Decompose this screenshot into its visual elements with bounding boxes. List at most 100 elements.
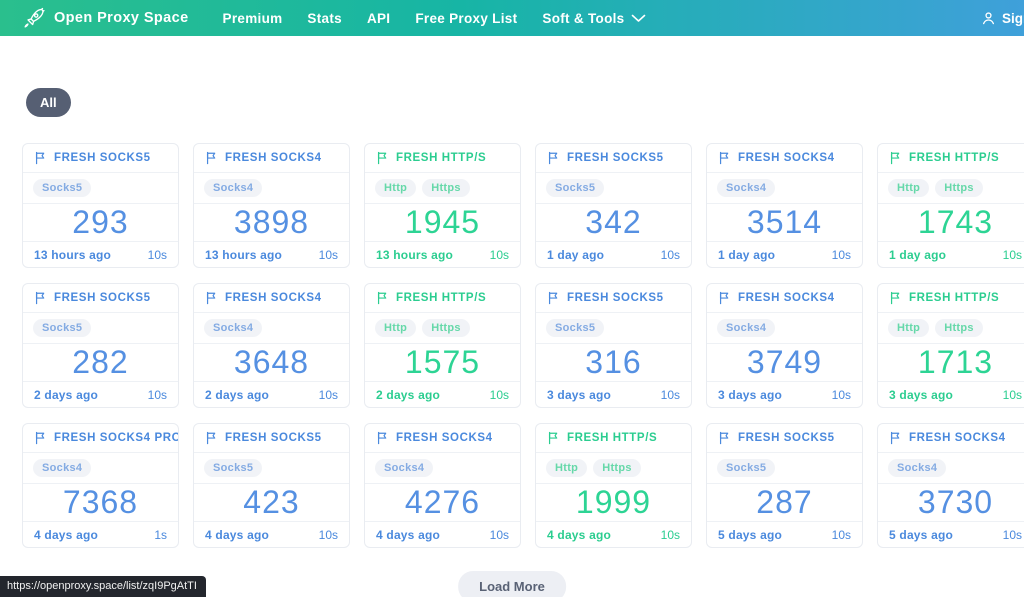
proxy-list-card[interactable]: FRESH SOCKS4 Socks4 3749 3 days ago 10s — [706, 283, 863, 408]
proxy-list-card[interactable]: FRESH HTTP/S HttpHttps 1575 2 days ago 1… — [364, 283, 521, 408]
nav-item-api[interactable]: API — [367, 11, 390, 26]
protocol-tag: Socks5 — [33, 319, 91, 337]
protocol-tag: Http — [375, 179, 416, 197]
protocol-tag: Https — [422, 319, 470, 337]
proxy-list-card[interactable]: FRESH SOCKS4 PROXYS Socks4 7368 4 days a… — [22, 423, 179, 548]
card-tag-row: Socks4 — [365, 453, 520, 484]
proxy-count: 3730 — [878, 484, 1024, 521]
card-title: FRESH SOCKS4 — [738, 152, 835, 164]
card-footer: 13 hours ago 10s — [194, 241, 349, 268]
flag-icon — [718, 431, 730, 445]
proxy-card-grid: FRESH SOCKS5 Socks5 293 13 hours ago 10s… — [22, 143, 1024, 548]
nav-item-stats[interactable]: Stats — [307, 11, 342, 26]
proxy-count: 1999 — [536, 484, 691, 521]
proxy-list-card[interactable]: FRESH SOCKS4 Socks4 4276 4 days ago 10s — [364, 423, 521, 548]
card-footer: 1 day ago 10s — [878, 241, 1024, 268]
flag-icon — [34, 291, 46, 305]
brand-home-link[interactable]: Open Proxy Space — [22, 7, 189, 30]
proxy-list-card[interactable]: FRESH HTTP/S HttpHttps 1713 3 days ago 1… — [877, 283, 1024, 408]
proxy-list-card[interactable]: FRESH SOCKS4 Socks4 3730 5 days ago 10s — [877, 423, 1024, 548]
sign-in-link[interactable]: Sign In — [981, 0, 1024, 36]
card-tag-row: HttpHttps — [365, 173, 520, 204]
updated-time: 1 day ago — [889, 248, 946, 262]
card-footer: 1 day ago 10s — [707, 241, 862, 268]
card-footer: 4 days ago 10s — [536, 521, 691, 548]
card-footer: 4 days ago 1s — [23, 521, 178, 548]
flag-icon — [205, 431, 217, 445]
card-footer: 1 day ago 10s — [536, 241, 691, 268]
updated-time: 13 hours ago — [376, 248, 453, 262]
proxy-list-card[interactable]: FRESH SOCKS4 Socks4 3898 13 hours ago 10… — [193, 143, 350, 268]
nav-item-premium[interactable]: Premium — [223, 11, 283, 26]
protocol-tag: Socks4 — [204, 319, 262, 337]
refresh-interval: 10s — [661, 528, 680, 542]
proxy-list-card[interactable]: FRESH SOCKS5 Socks5 423 4 days ago 10s — [193, 423, 350, 548]
card-header: FRESH SOCKS5 — [707, 424, 862, 453]
card-title: FRESH SOCKS5 — [567, 152, 664, 164]
proxy-list-card[interactable]: FRESH HTTP/S HttpHttps 1945 13 hours ago… — [364, 143, 521, 268]
proxy-list-card[interactable]: FRESH SOCKS5 Socks5 287 5 days ago 10s — [706, 423, 863, 548]
card-title: FRESH HTTP/S — [909, 292, 999, 304]
proxy-count: 1743 — [878, 204, 1024, 241]
flag-icon — [34, 151, 46, 165]
card-tag-row: Socks4 — [878, 453, 1024, 484]
updated-time: 5 days ago — [718, 528, 782, 542]
card-tag-row: Socks5 — [23, 173, 178, 204]
card-header: FRESH SOCKS4 — [194, 284, 349, 313]
filter-all-button[interactable]: All — [26, 88, 71, 117]
flag-icon — [547, 151, 559, 165]
updated-time: 3 days ago — [889, 388, 953, 402]
main-nav: Premium Stats API Free Proxy List Soft &… — [223, 11, 647, 26]
card-header: FRESH SOCKS4 PROXYS — [23, 424, 178, 453]
proxy-list-card[interactable]: FRESH SOCKS5 Socks5 316 3 days ago 10s — [535, 283, 692, 408]
proxy-count: 282 — [23, 344, 178, 381]
status-bar-url-tooltip: https://openproxy.space/list/zqI9PgAtTI — [0, 576, 206, 597]
proxy-list-card[interactable]: FRESH SOCKS4 Socks4 3514 1 day ago 10s — [706, 143, 863, 268]
card-header: FRESH SOCKS5 — [23, 284, 178, 313]
flag-icon — [205, 151, 217, 165]
protocol-tag: Socks4 — [204, 179, 262, 197]
card-tag-row: Socks5 — [536, 313, 691, 344]
card-tag-row: Socks5 — [23, 313, 178, 344]
proxy-count: 423 — [194, 484, 349, 521]
nav-item-soft-and-tools[interactable]: Soft & Tools — [542, 11, 646, 26]
proxy-count: 1713 — [878, 344, 1024, 381]
refresh-interval: 10s — [319, 248, 338, 262]
refresh-interval: 10s — [832, 528, 851, 542]
card-tag-row: Socks4 — [194, 173, 349, 204]
load-more-button[interactable]: Load More — [458, 571, 566, 597]
chevron-down-icon — [631, 14, 646, 23]
proxy-count: 287 — [707, 484, 862, 521]
card-tag-row: HttpHttps — [536, 453, 691, 484]
protocol-tag: Socks5 — [717, 459, 775, 477]
proxy-count: 316 — [536, 344, 691, 381]
proxy-list-card[interactable]: FRESH SOCKS5 Socks5 342 1 day ago 10s — [535, 143, 692, 268]
proxy-count: 3749 — [707, 344, 862, 381]
refresh-interval: 10s — [1003, 528, 1022, 542]
card-header: FRESH SOCKS4 — [707, 144, 862, 173]
proxy-list-card[interactable]: FRESH HTTP/S HttpHttps 1999 4 days ago 1… — [535, 423, 692, 548]
card-header: FRESH SOCKS5 — [536, 284, 691, 313]
protocol-tag: Socks4 — [888, 459, 946, 477]
proxy-list-card[interactable]: FRESH SOCKS4 Socks4 3648 2 days ago 10s — [193, 283, 350, 408]
card-title: FRESH SOCKS4 — [225, 292, 322, 304]
nav-item-free-proxy-list[interactable]: Free Proxy List — [415, 11, 517, 26]
card-title: FRESH SOCKS4 PROXYS — [54, 432, 179, 444]
card-header: FRESH HTTP/S — [365, 144, 520, 173]
refresh-interval: 10s — [661, 388, 680, 402]
refresh-interval: 10s — [832, 248, 851, 262]
protocol-tag: Socks4 — [375, 459, 433, 477]
top-navigation-bar: Open Proxy Space Premium Stats API Free … — [0, 0, 1024, 36]
card-header: FRESH HTTP/S — [365, 284, 520, 313]
protocol-tag: Socks4 — [33, 459, 91, 477]
refresh-interval: 1s — [154, 528, 167, 542]
card-footer: 4 days ago 10s — [194, 521, 349, 548]
protocol-tag: Socks4 — [717, 179, 775, 197]
card-header: FRESH SOCKS5 — [194, 424, 349, 453]
updated-time: 2 days ago — [376, 388, 440, 402]
proxy-list-card[interactable]: FRESH HTTP/S HttpHttps 1743 1 day ago 10… — [877, 143, 1024, 268]
card-header: FRESH HTTP/S — [536, 424, 691, 453]
proxy-list-card[interactable]: FRESH SOCKS5 Socks5 282 2 days ago 10s — [22, 283, 179, 408]
flag-icon — [718, 291, 730, 305]
proxy-list-card[interactable]: FRESH SOCKS5 Socks5 293 13 hours ago 10s — [22, 143, 179, 268]
